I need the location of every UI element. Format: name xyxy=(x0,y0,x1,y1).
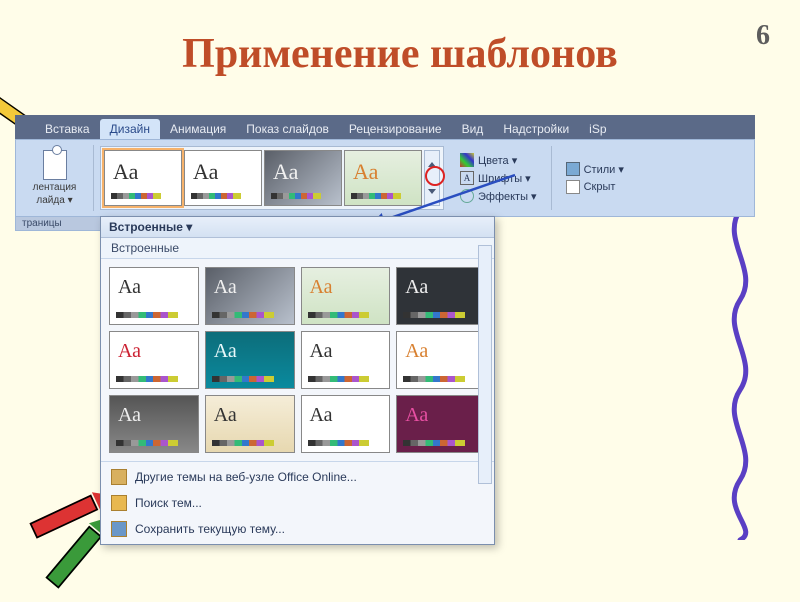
tab-insert[interactable]: Вставка xyxy=(35,119,100,139)
theme-thumb[interactable]: Аа xyxy=(184,150,262,206)
fonts-button[interactable]: AШрифты ▾ xyxy=(456,170,541,186)
dropdown-section-label: Встроенные xyxy=(101,238,494,259)
colors-label: Цвета ▾ xyxy=(478,154,517,167)
colors-button[interactable]: Цвета ▾ xyxy=(456,152,541,168)
dropdown-footer: Другие темы на веб-узле Office Online...… xyxy=(101,461,494,544)
orientation-label-1: лентация xyxy=(33,182,77,193)
design-ribbon: Вставка Дизайн Анимация Показ слайдов Ре… xyxy=(15,115,755,231)
theme-aa: Аа xyxy=(193,159,218,185)
dropdown-theme-thumb[interactable]: Аа xyxy=(396,395,486,453)
dropdown-theme-thumb[interactable]: Аа xyxy=(301,395,391,453)
theme-thumb[interactable]: Аа xyxy=(264,150,342,206)
hide-background-checkbox[interactable]: Скрыт xyxy=(562,179,628,195)
more-online-label: Другие темы на веб-узле Office Online... xyxy=(135,470,357,484)
theme-aa: Аа xyxy=(310,276,333,299)
search-themes-label: Поиск тем... xyxy=(135,496,202,510)
slide-orientation-button[interactable]: лентация лайда ▾ xyxy=(22,145,94,211)
orientation-label-2: лайда ▾ xyxy=(36,195,72,206)
bg-styles-label: Стили ▾ xyxy=(584,163,624,176)
dropdown-theme-thumb[interactable]: Аа xyxy=(396,331,486,389)
theme-aa: Аа xyxy=(214,340,237,363)
effects-button[interactable]: Эффекты ▾ xyxy=(456,188,541,204)
dropdown-theme-thumb[interactable]: Аа xyxy=(109,267,199,325)
theme-aa: Аа xyxy=(353,159,378,185)
theme-aa: Аа xyxy=(310,404,333,427)
theme-aa: Аа xyxy=(273,159,298,185)
tab-ispring[interactable]: iSp xyxy=(579,119,616,139)
bg-hide-label: Скрыт xyxy=(584,181,616,193)
dropdown-theme-thumb[interactable]: Аа xyxy=(396,267,486,325)
search-themes-item[interactable]: Поиск тем... xyxy=(101,490,494,516)
dropdown-theme-thumb[interactable]: Аа xyxy=(205,267,295,325)
theme-aa: Аа xyxy=(118,276,141,299)
tab-addins[interactable]: Надстройки xyxy=(493,119,579,139)
save-icon xyxy=(111,521,127,537)
dropdown-theme-grid: Аа Аа Аа Аа Аа Аа Аа Аа Аа Аа Аа Аа xyxy=(101,259,494,461)
theme-options-group: Цвета ▾ AШрифты ▾ Эффекты ▾ xyxy=(456,152,541,204)
tab-animation[interactable]: Анимация xyxy=(160,119,236,139)
dropdown-theme-thumb[interactable]: Аа xyxy=(205,331,295,389)
fonts-label: Шрифты ▾ xyxy=(478,172,531,185)
themes-dropdown: Встроенные ▾ Встроенные АаАаАаАаАаАаАаАа… xyxy=(100,216,495,545)
theme-aa: Аа xyxy=(113,159,138,185)
background-group: Стили ▾ Скрыт xyxy=(562,161,628,195)
dropdown-header[interactable]: Встроенные ▾ xyxy=(101,217,494,238)
background-styles-button[interactable]: Стили ▾ xyxy=(562,161,628,177)
tab-view[interactable]: Вид xyxy=(452,119,494,139)
page-title: Применение шаблонов xyxy=(0,30,800,78)
theme-aa: Аа xyxy=(118,340,141,363)
orientation-icon xyxy=(43,150,67,180)
theme-aa: Аа xyxy=(405,340,428,363)
theme-thumb[interactable]: Аа xyxy=(344,150,422,206)
folder-search-icon xyxy=(111,495,127,511)
separator xyxy=(551,146,552,210)
dropdown-theme-thumb[interactable]: Аа xyxy=(301,331,391,389)
annotation-circle xyxy=(425,166,445,186)
theme-aa: Аа xyxy=(405,404,428,427)
theme-aa: Аа xyxy=(214,404,237,427)
globe-icon xyxy=(111,469,127,485)
dropdown-scrollbar[interactable] xyxy=(478,245,492,484)
save-current-theme-item[interactable]: Сохранить текущую тему... xyxy=(101,516,494,542)
theme-aa: Аа xyxy=(118,404,141,427)
save-theme-label: Сохранить текущую тему... xyxy=(135,522,285,536)
tab-slideshow[interactable]: Показ слайдов xyxy=(236,119,339,139)
theme-aa: Аа xyxy=(310,340,333,363)
themes-more-button[interactable] xyxy=(424,150,440,206)
dropdown-theme-thumb[interactable]: Аа xyxy=(301,267,391,325)
tab-review[interactable]: Рецензирование xyxy=(339,119,452,139)
dropdown-theme-thumb[interactable]: Аа xyxy=(205,395,295,453)
effects-label: Эффекты ▾ xyxy=(478,190,537,203)
more-themes-online-item[interactable]: Другие темы на веб-узле Office Online... xyxy=(101,464,494,490)
theme-aa: Аа xyxy=(405,276,428,299)
theme-thumb[interactable]: Аа xyxy=(104,150,182,206)
themes-gallery: Аа Аа Аа Аа xyxy=(100,146,444,210)
ribbon-tabstrip: Вставка Дизайн Анимация Показ слайдов Ре… xyxy=(15,115,755,139)
ribbon-body: лентация лайда ▾ Аа Аа Аа Аа Цвета ▾ AШр xyxy=(15,139,755,217)
dropdown-theme-thumb[interactable]: Аа xyxy=(109,395,199,453)
tab-design[interactable]: Дизайн xyxy=(100,119,160,139)
dropdown-theme-thumb[interactable]: Аа xyxy=(109,331,199,389)
page-setup-group-label: траницы xyxy=(15,217,101,231)
theme-aa: Аа xyxy=(214,276,237,299)
